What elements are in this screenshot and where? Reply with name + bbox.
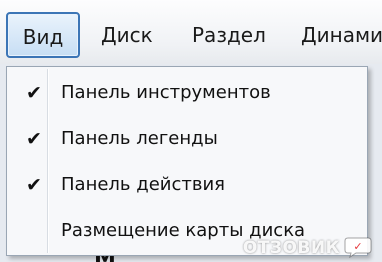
menu-item-label: Панель легенды: [61, 128, 218, 149]
menu-item-legend-bar[interactable]: ✔ Панель легенды: [9, 119, 365, 159]
view-dropdown-menu: ✔ Панель инструментов ✔ Панель легенды ✔…: [6, 66, 368, 256]
menu-item-action-pane[interactable]: ✔ Панель действия: [9, 165, 365, 205]
menu-dynamic[interactable]: Динами: [301, 12, 382, 58]
speech-bubble-icon: ✓: [344, 237, 372, 258]
menu-view[interactable]: Вид: [6, 12, 80, 58]
menubar: Вид Диск Раздел Динами: [0, 0, 382, 65]
checkmark-icon: ✔: [26, 82, 42, 104]
window: Вид Диск Раздел Динами М ✔ Панель инстру…: [0, 0, 382, 262]
checkmark-icon: ✔: [26, 174, 42, 196]
checkmark-icon: ✔: [26, 128, 42, 150]
menu-item-label: Панель инструментов: [61, 82, 271, 103]
menu-item-toolbar[interactable]: ✔ Панель инструментов: [9, 73, 365, 113]
menu-partition[interactable]: Раздел: [192, 12, 266, 58]
svg-text:✓: ✓: [353, 240, 362, 253]
menu-disk[interactable]: Диск: [101, 12, 153, 58]
watermark-text: ОТЗОВИК: [242, 238, 340, 258]
menu-item-label: Панель действия: [61, 174, 225, 195]
